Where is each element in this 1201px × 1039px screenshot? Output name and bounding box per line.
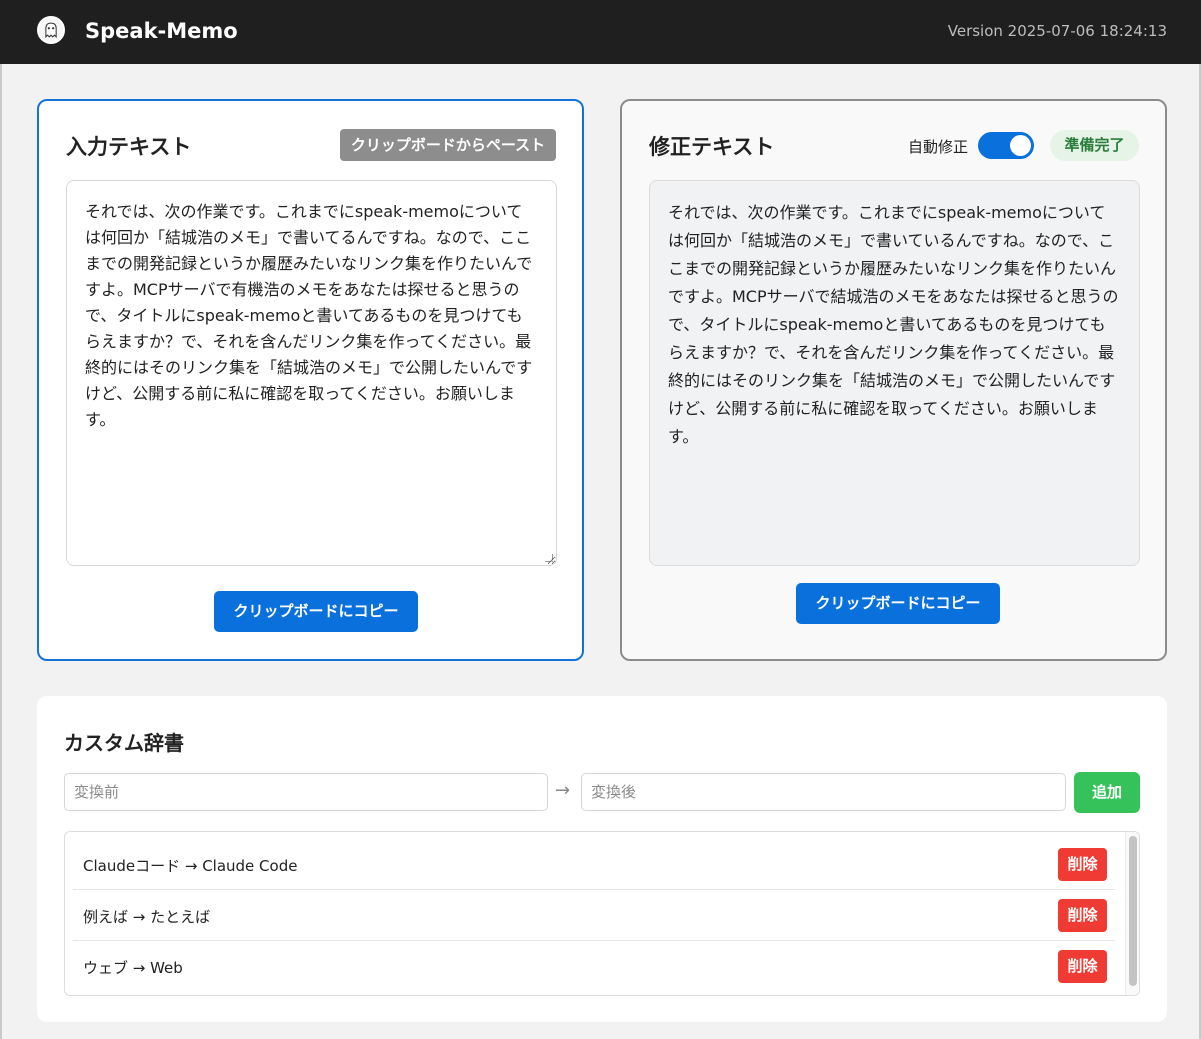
output-text: それでは、次の作業です。これまでにspeak-memoについては何回か「結城浩の… bbox=[668, 203, 1119, 446]
app-header: Speak-Memo Version 2025-07-06 18:24:13 bbox=[0, 0, 1201, 64]
output-text-box: それでは、次の作業です。これまでにspeak-memoについては何回か「結城浩の… bbox=[649, 180, 1140, 566]
from-word-input[interactable] bbox=[64, 773, 548, 811]
scroll-thumb[interactable] bbox=[1129, 836, 1137, 986]
to-word-input[interactable] bbox=[581, 773, 1066, 811]
custom-dictionary-section: カスタム辞書 → 追加 Claudeコード → Claude Code 削除 例… bbox=[37, 696, 1167, 1022]
input-panel-title: 入力テキスト bbox=[66, 135, 192, 159]
dictionary-title: カスタム辞書 bbox=[64, 731, 184, 755]
app-title: Speak-Memo bbox=[85, 19, 238, 43]
entry-text: 例えば → たとえば bbox=[83, 908, 211, 926]
resize-handle[interactable] bbox=[545, 554, 553, 562]
output-panel-title: 修正テキスト bbox=[649, 135, 775, 159]
input-panel: 入力テキスト クリップボードからペースト それでは、次の作業です。これまでにsp… bbox=[37, 99, 584, 661]
auto-fix-label: 自動修正 bbox=[908, 138, 969, 156]
entry-text: ウェブ → Web bbox=[83, 959, 183, 977]
arrow-right-icon: → bbox=[555, 780, 571, 801]
list-scrollbar[interactable] bbox=[1125, 832, 1139, 995]
toggle-knob bbox=[1010, 135, 1031, 156]
output-panel: 修正テキスト 自動修正 準備完了 それでは、次の作業です。これまでにspeak-… bbox=[620, 99, 1167, 661]
input-text: それでは、次の作業です。これまでにspeak-memoについては何回か「結城浩の… bbox=[85, 202, 533, 429]
delete-button[interactable]: 削除 bbox=[1058, 899, 1107, 932]
add-entry-button[interactable]: 追加 bbox=[1074, 772, 1140, 813]
paste-from-clipboard-button[interactable]: クリップボードからペースト bbox=[340, 129, 556, 161]
dictionary-list: Claudeコード → Claude Code 削除 例えば → たとえば 削除… bbox=[64, 831, 1140, 996]
delete-button[interactable]: 削除 bbox=[1058, 848, 1107, 881]
delete-button[interactable]: 削除 bbox=[1058, 950, 1107, 983]
list-item: ウェブ → Web 削除 bbox=[73, 941, 1115, 992]
auto-fix-toggle[interactable] bbox=[978, 132, 1034, 159]
copy-output-button[interactable]: クリップボードにコピー bbox=[796, 583, 1000, 624]
entry-text: Claudeコード → Claude Code bbox=[83, 857, 298, 875]
list-item: 例えば → たとえば 削除 bbox=[73, 890, 1115, 941]
version-label: Version 2025-07-06 18:24:13 bbox=[947, 22, 1167, 40]
list-item: Claudeコード → Claude Code 削除 bbox=[73, 839, 1115, 890]
status-badge: 準備完了 bbox=[1050, 130, 1139, 161]
copy-input-button[interactable]: クリップボードにコピー bbox=[214, 591, 418, 632]
ghost-icon bbox=[37, 16, 65, 44]
input-textarea[interactable]: それでは、次の作業です。これまでにspeak-memoについては何回か「結城浩の… bbox=[66, 180, 557, 566]
